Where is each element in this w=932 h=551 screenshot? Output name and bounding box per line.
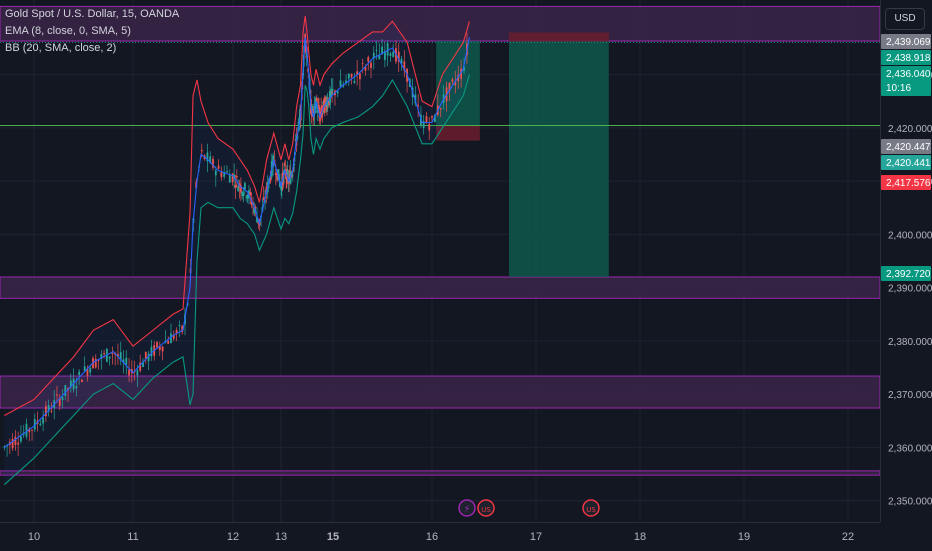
candle-body <box>75 386 78 389</box>
time-axis[interactable] <box>0 522 880 551</box>
candle-body <box>226 171 228 173</box>
candle-body <box>25 423 28 437</box>
candle-body <box>81 379 83 382</box>
flag-event-icon-2[interactable]: US <box>582 499 600 517</box>
candle-body <box>249 191 252 196</box>
candle-body <box>111 352 114 354</box>
candle-body <box>64 385 67 397</box>
event-badge-symbol: US <box>586 506 596 514</box>
candle-body <box>244 182 246 190</box>
candle-body <box>353 80 356 83</box>
candle-body <box>350 73 353 78</box>
currency-button[interactable]: USD <box>885 8 925 30</box>
candle-body <box>39 423 42 426</box>
candle-body <box>42 417 45 424</box>
candle-body <box>339 80 342 87</box>
candle-body <box>228 174 231 183</box>
candle-body <box>428 123 431 131</box>
bb-indicator-label[interactable]: BB (20, SMA, close, 2) <box>5 40 179 57</box>
position-target-zone-1 <box>508 41 609 277</box>
candle-body <box>108 356 111 359</box>
candle-body <box>167 340 170 344</box>
lightning-event-icon[interactable]: ⚡ <box>458 499 476 517</box>
event-badge-symbol: US <box>481 506 491 514</box>
chart-legend: Gold Spot / U.S. Dollar, 15, OANDA EMA (… <box>5 6 179 57</box>
candle-body <box>217 165 220 169</box>
candle-body <box>56 394 58 396</box>
candle-body <box>336 91 339 94</box>
candle-body <box>347 73 350 79</box>
candle-body <box>389 53 392 56</box>
candle-body <box>20 436 22 442</box>
candle-body <box>220 172 223 178</box>
candle-body <box>14 436 17 445</box>
event-badge-symbol: ⚡ <box>463 504 470 515</box>
candle-body <box>156 342 158 348</box>
supply-demand-zone-3 <box>0 470 881 476</box>
candle-body <box>370 62 372 68</box>
candle-body <box>439 107 442 110</box>
candle-body <box>136 370 139 376</box>
candle-body <box>367 57 370 62</box>
price-axis[interactable] <box>880 0 932 522</box>
candle-body <box>291 175 294 177</box>
position-stop-zone-1 <box>508 32 609 42</box>
candle-body <box>451 79 454 82</box>
candle-body <box>200 149 203 152</box>
chart-stage[interactable]: 2,350.000 2,360.000 2,370.000 2,380.000 2,39… <box>0 0 932 550</box>
candle-body <box>178 325 181 326</box>
candle-body <box>161 346 164 352</box>
candle-body <box>78 371 81 375</box>
candle-body <box>128 369 130 376</box>
candle-body <box>234 184 237 188</box>
candle-body <box>89 367 92 373</box>
candle-body <box>17 442 20 445</box>
symbol-title[interactable]: Gold Spot / U.S. Dollar, 15, OANDA <box>5 6 179 23</box>
candle-body <box>417 104 420 106</box>
ema-indicator-label[interactable]: EMA (8, close, 0, SMA, 5) <box>5 23 179 40</box>
candle-body <box>103 352 105 355</box>
candle-body <box>359 73 361 80</box>
candle-body <box>386 43 389 56</box>
candle-body <box>375 50 378 52</box>
candle-body <box>61 397 64 400</box>
candle-body <box>431 116 433 118</box>
candle-body <box>331 89 334 91</box>
candle-body <box>361 63 364 65</box>
price-chart[interactable]: 2,350.0002,360.0002,370.0002,380.0002,39… <box>0 0 932 550</box>
candle-body <box>242 192 245 196</box>
candle-body <box>125 357 128 365</box>
candle-body <box>31 429 33 431</box>
candle-body <box>50 411 53 412</box>
supply-demand-zone-1 <box>0 276 881 299</box>
candle-body <box>235 175 238 178</box>
flag-event-icon[interactable]: US <box>477 499 495 517</box>
candle-body <box>392 51 395 58</box>
candle-body <box>214 170 217 176</box>
candle-body <box>150 346 153 357</box>
